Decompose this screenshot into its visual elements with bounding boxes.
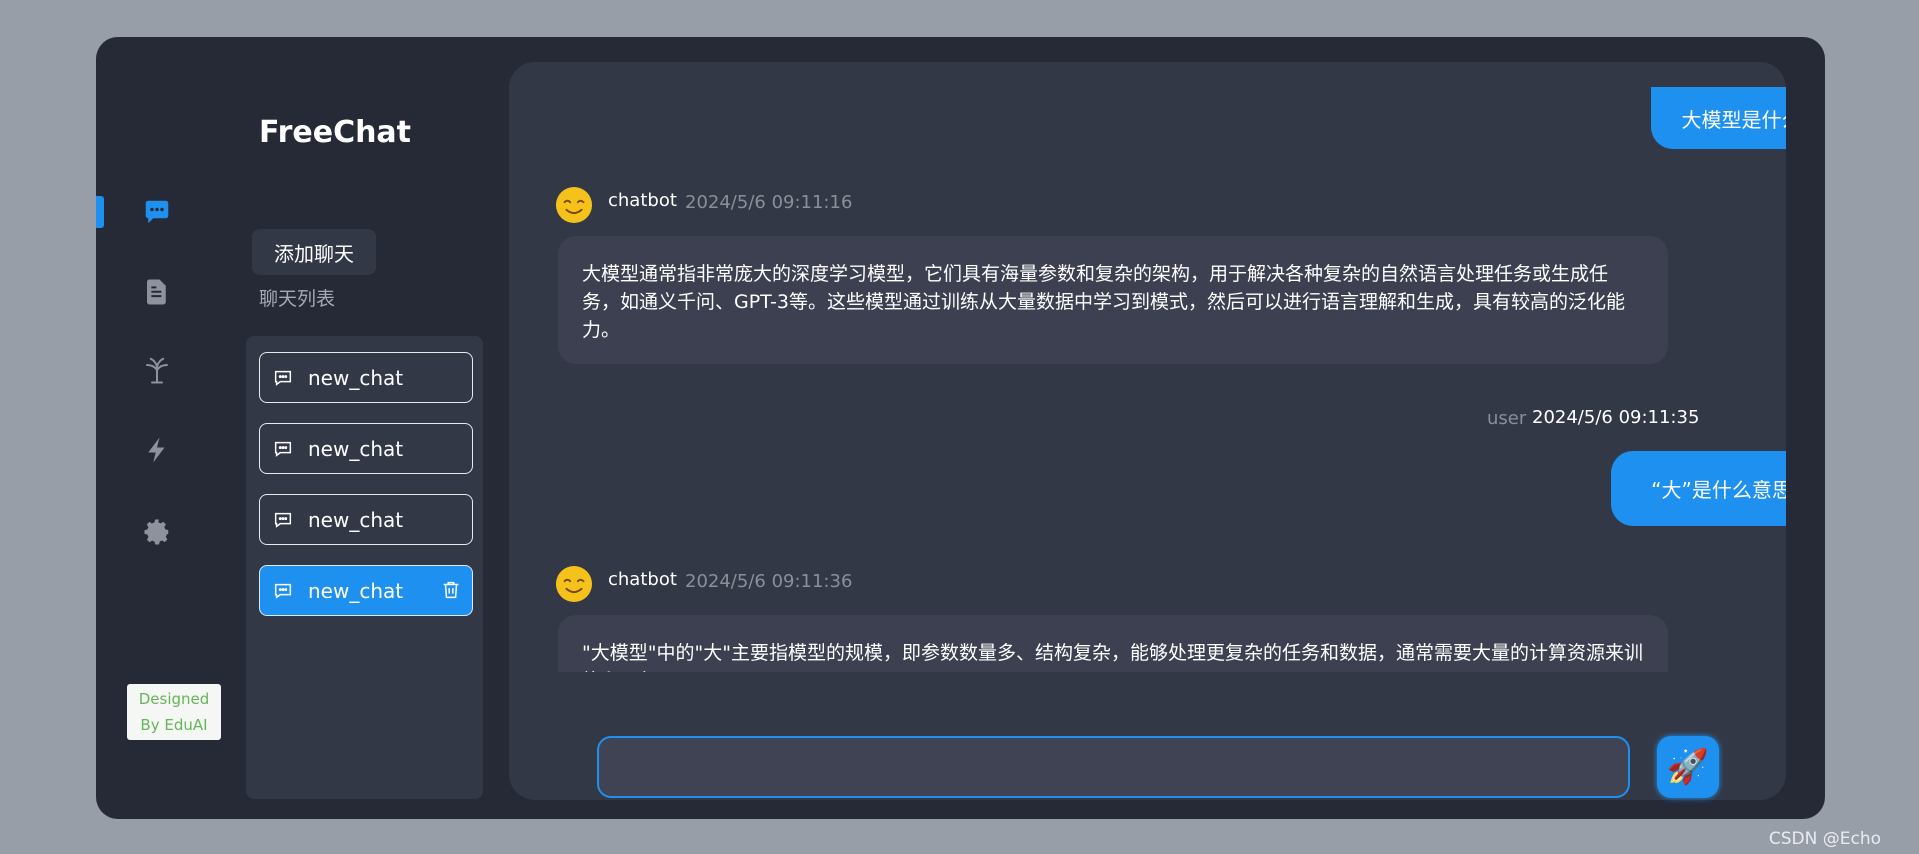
- user-name: user: [1487, 408, 1527, 429]
- bot-timestamp: 2024/5/6 09:11:36: [685, 571, 853, 592]
- plant-icon[interactable]: [140, 353, 174, 387]
- app-window: Designed By EduAI FreeChat 添加聊天 聊天列表 new…: [96, 37, 1825, 819]
- watermark: CSDN @Echo: [1768, 829, 1881, 849]
- rocket-icon: 🚀: [1666, 748, 1710, 786]
- bot-message-bubble: "大模型"中的"大"主要指模型的规模，即参数数量多、结构复杂，能够处理更复杂的任…: [558, 615, 1668, 672]
- chat-list-item-active[interactable]: new_chat: [259, 565, 473, 616]
- chat-item-icon: [274, 441, 292, 457]
- chat-item-icon: [274, 512, 292, 528]
- chat-list-panel: new_chat new_chat new_chat new_chat: [246, 336, 483, 799]
- bot-avatar-icon: [555, 565, 593, 603]
- chat-bubble-icon[interactable]: [140, 195, 174, 229]
- message-list[interactable]: 大模型是什么 chatbot 2024/5/6 09:11:16 大模型通常指非…: [509, 62, 1786, 672]
- chat-item-icon: [274, 583, 292, 599]
- user-timestamp: 2024/5/6 09:11:35: [1532, 407, 1700, 428]
- badge-line2: By EduAI: [140, 716, 208, 734]
- gear-icon[interactable]: [140, 515, 174, 549]
- bot-avatar-icon: [555, 186, 593, 224]
- bot-message-bubble: 大模型通常指非常庞大的深度学习模型，它们具有海量参数和复杂的架构，用于解决各种复…: [558, 236, 1668, 364]
- designed-by-badge: Designed By EduAI: [127, 684, 221, 740]
- lightning-icon[interactable]: [140, 433, 174, 467]
- chat-item-label: new_chat: [308, 436, 404, 461]
- chat-list-title: 聊天列表: [259, 288, 336, 310]
- bot-timestamp: 2024/5/6 09:11:16: [685, 192, 853, 213]
- trash-icon[interactable]: [440, 579, 462, 601]
- user-message-bubble: 大模型是什么: [1651, 87, 1786, 149]
- document-icon[interactable]: [140, 275, 174, 309]
- message-input[interactable]: [597, 736, 1630, 798]
- send-button[interactable]: 🚀: [1657, 736, 1719, 798]
- chat-list-item[interactable]: new_chat: [259, 423, 473, 474]
- chat-list-item[interactable]: new_chat: [259, 352, 473, 403]
- chat-item-label: new_chat: [308, 507, 404, 532]
- user-message-text: 大模型是什么: [1681, 107, 1787, 132]
- bot-name: chatbot: [608, 569, 677, 590]
- user-message-bubble: “大”是什么意思: [1611, 451, 1786, 526]
- chat-item-label: new_chat: [308, 365, 404, 390]
- add-chat-button[interactable]: 添加聊天: [252, 229, 376, 275]
- badge-line1: Designed: [138, 690, 210, 708]
- bot-name: chatbot: [608, 190, 677, 211]
- conversation-panel: 大模型是什么 chatbot 2024/5/6 09:11:16 大模型通常指非…: [509, 62, 1786, 800]
- chat-item-icon: [274, 370, 292, 386]
- chat-list-item[interactable]: new_chat: [259, 494, 473, 545]
- user-message-text: “大”是什么意思: [1651, 478, 1786, 502]
- bot-message-text: 大模型通常指非常庞大的深度学习模型，它们具有海量参数和复杂的架构，用于解决各种复…: [582, 263, 1625, 341]
- brand-title: FreeChat: [259, 115, 412, 150]
- active-rail-indicator: [96, 196, 104, 228]
- bot-message-text: "大模型"中的"大"主要指模型的规模，即参数数量多、结构复杂，能够处理更复杂的任…: [582, 642, 1643, 672]
- chat-item-label: new_chat: [308, 578, 404, 603]
